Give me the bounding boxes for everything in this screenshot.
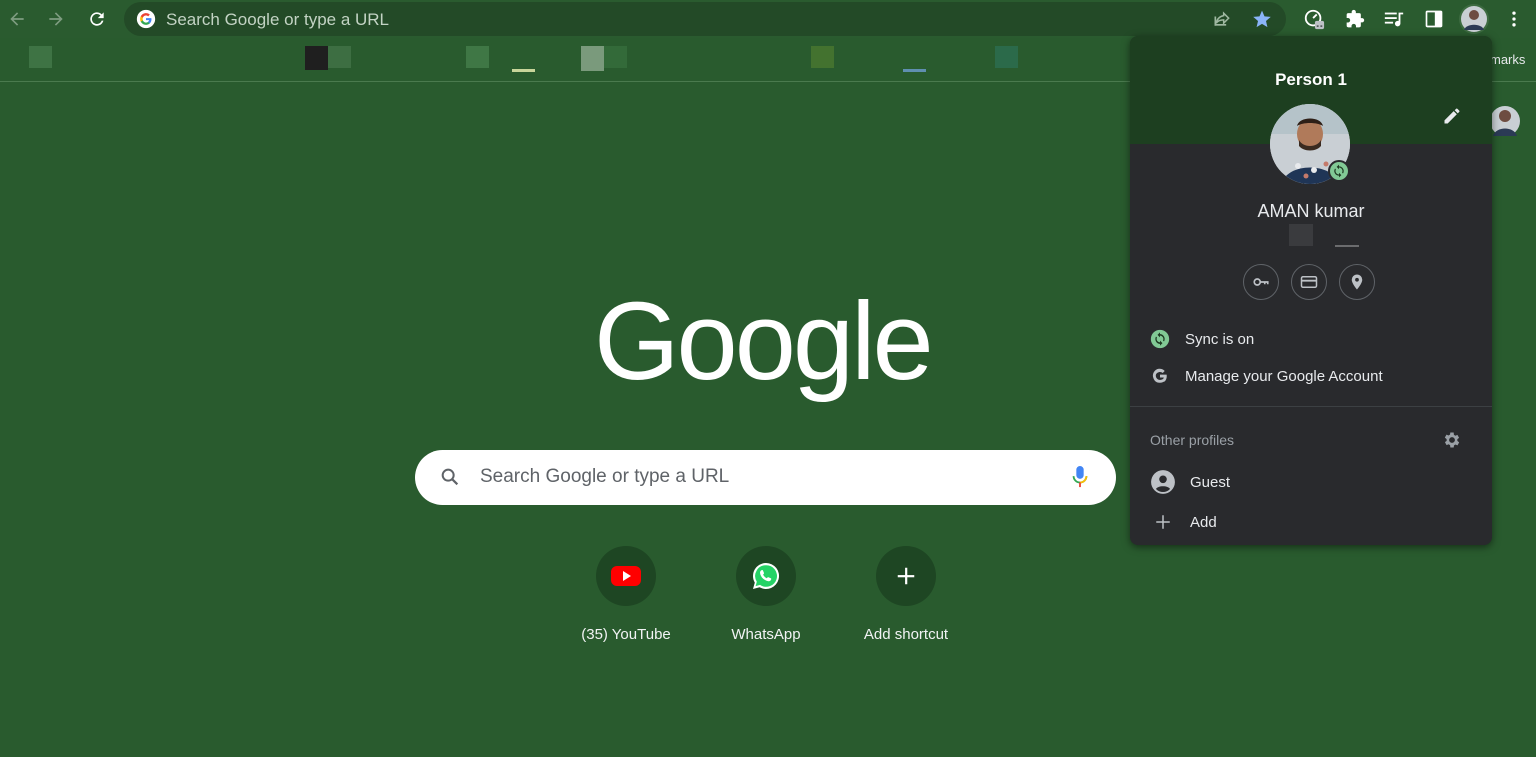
google-logo: Google: [594, 280, 934, 403]
addresses-button[interactable]: [1339, 264, 1375, 300]
shortcut-tile[interactable]: [596, 546, 656, 606]
redacted-email-block: [1289, 224, 1313, 246]
manage-account-label: Manage your Google Account: [1185, 367, 1383, 385]
bookmark-favicon[interactable]: [512, 69, 535, 72]
profile-title: Person 1: [1275, 70, 1347, 89]
sync-icon: [1334, 164, 1344, 178]
queue-music-icon: [1384, 12, 1404, 27]
add-profile-item[interactable]: Add: [1150, 508, 1470, 536]
arrow-left-icon: [10, 12, 24, 26]
add-icon-wrap: [1150, 509, 1176, 535]
guest-profile-item[interactable]: Guest: [1150, 468, 1470, 496]
shortcut-tile[interactable]: [876, 546, 936, 606]
add-profile-label: Add: [1190, 513, 1217, 531]
browser-toolbar: Search Google or type a URL: [0, 0, 1536, 38]
omnibox[interactable]: Search Google or type a URL: [124, 2, 1286, 36]
shortcut-tile[interactable]: [736, 546, 796, 606]
guest-icon-wrap: [1150, 469, 1176, 495]
key-icon: [1253, 278, 1269, 286]
account-circle-icon: [1151, 470, 1175, 494]
guest-label: Guest: [1190, 473, 1231, 491]
search-placeholder: Search Google or type a URL: [480, 466, 730, 487]
sync-icon: [1150, 329, 1170, 349]
arrow-right-icon: [49, 12, 63, 26]
bookmark-favicon[interactable]: [811, 46, 834, 68]
ntp-avatar-icon[interactable]: [1490, 102, 1520, 140]
reload-icon: [90, 12, 104, 26]
bookmark-favicon[interactable]: [328, 46, 351, 68]
bookmark-star-icon[interactable]: [1252, 9, 1272, 29]
location-icon: [1351, 274, 1363, 290]
card-icon: [1300, 276, 1318, 288]
sync-icon-wrap: [1150, 329, 1170, 349]
sync-status-item[interactable]: Sync is on: [1150, 325, 1470, 353]
back-button[interactable]: [2, 4, 32, 34]
google-g-icon-wrap: [1150, 366, 1170, 386]
bookmark-favicon[interactable]: [995, 46, 1018, 68]
shortcut-youtube[interactable]: (35) YouTube: [560, 546, 692, 643]
speedometer-icon: [1304, 9, 1325, 30]
microphone-icon[interactable]: [1069, 464, 1091, 490]
shortcut-add[interactable]: Add shortcut: [840, 546, 972, 643]
bookmark-favicon[interactable]: [581, 46, 604, 71]
profile-menu: Person 1 AMAN kumar Sync is on Manage yo…: [1130, 36, 1492, 545]
side-panel-button[interactable]: [1419, 4, 1449, 34]
omnibox-text: Search Google or type a URL: [166, 10, 390, 29]
avatar-icon: [1461, 6, 1487, 32]
all-bookmarks-label[interactable]: marks: [1490, 52, 1525, 67]
menu-button[interactable]: [1499, 4, 1529, 34]
shortcut-label: WhatsApp: [731, 626, 801, 643]
plus-icon: [1156, 515, 1170, 529]
manage-account-item[interactable]: Manage your Google Account: [1150, 362, 1470, 390]
extensions-button[interactable]: [1340, 4, 1370, 34]
forward-button[interactable]: [41, 4, 71, 34]
side-panel-icon: [1425, 10, 1443, 28]
sync-badge: [1328, 160, 1350, 182]
shortcut-label: (35) YouTube: [581, 626, 671, 643]
shortcut-label: Add shortcut: [863, 626, 949, 643]
gear-icon[interactable]: [1442, 430, 1462, 450]
edit-pencil-icon[interactable]: [1442, 106, 1462, 126]
more-vert-icon: [1512, 11, 1516, 27]
profile-button[interactable]: [1459, 4, 1489, 34]
bookmark-favicon[interactable]: [604, 46, 627, 68]
shortcut-whatsapp[interactable]: WhatsApp: [700, 546, 832, 643]
quick-actions: [1243, 264, 1383, 300]
ntp-search-box[interactable]: Search Google or type a URL: [415, 450, 1116, 505]
menu-divider: [1130, 406, 1492, 407]
user-name: AMAN kumar: [1257, 201, 1365, 221]
google-g-icon: [1152, 368, 1167, 383]
passwords-button[interactable]: [1243, 264, 1279, 300]
sync-status-label: Sync is on: [1185, 330, 1255, 348]
reload-button[interactable]: [82, 4, 112, 34]
other-profiles-heading: Other profiles: [1150, 432, 1235, 448]
reading-list-button[interactable]: [1379, 4, 1409, 34]
puzzle-icon: [1346, 9, 1365, 28]
youtube-icon: [611, 566, 641, 586]
bookmark-favicon[interactable]: [466, 46, 489, 68]
shortcuts-grid: (35) YouTube WhatsApp Add shortcut: [560, 546, 980, 656]
share-icon[interactable]: [1212, 9, 1232, 29]
bookmark-favicon[interactable]: [305, 46, 328, 70]
redacted-email-block: [1335, 245, 1359, 247]
bookmark-favicon[interactable]: [903, 69, 926, 72]
performance-button[interactable]: [1299, 4, 1329, 34]
whatsapp-icon: [753, 563, 780, 589]
plus-icon: [897, 567, 915, 585]
google-g-icon: [136, 9, 156, 29]
payment-methods-button[interactable]: [1291, 264, 1327, 300]
bookmark-favicon[interactable]: [29, 46, 52, 68]
search-icon: [441, 468, 459, 486]
